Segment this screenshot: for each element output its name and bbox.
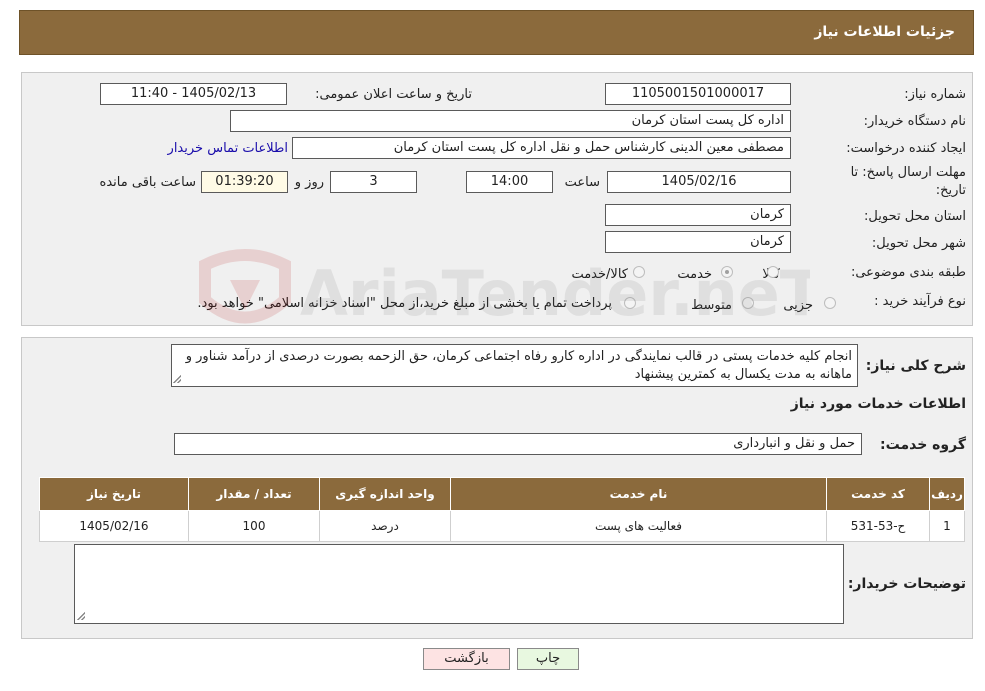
process-option-minor-radio[interactable] — [824, 297, 836, 309]
buyer-org-field: اداره کل پست استان کرمان — [230, 110, 791, 132]
table-row: 1 ح-53-531 فعالیت های پست درصد 100 1405/… — [39, 510, 965, 542]
category-label: طبقه بندی موضوعی: — [850, 265, 966, 280]
process-option-medium-label: متوسط — [691, 298, 732, 313]
process-treasury-note: پرداخت تمام یا بخشی از مبلغ خرید،از محل … — [197, 296, 612, 311]
process-option-medium-radio[interactable] — [742, 297, 754, 309]
page-header: جزئیات اطلاعات نیاز — [19, 10, 974, 55]
need-number-label: شماره نیاز: — [904, 87, 966, 102]
services-table-header: ردیف کد خدمت نام خدمت واحد اندازه گیری ت… — [39, 477, 965, 511]
cell-date: 1405/02/16 — [39, 510, 189, 542]
col-date: تاریخ نیاز — [39, 477, 189, 511]
creator-label: ایجاد کننده درخواست: — [846, 141, 966, 156]
deadline-label: مهلت ارسال پاسخ: تا تاریخ: — [851, 164, 966, 200]
category-option-both-label: کالا/خدمت — [571, 267, 628, 282]
need-summary-label: شرح کلی نیاز: — [865, 358, 966, 374]
service-group-label: گروه خدمت: — [880, 437, 966, 453]
col-name: نام خدمت — [450, 477, 827, 511]
deadline-label-line2: تاریخ: — [935, 183, 966, 198]
buyer-contact-link[interactable]: اطلاعات تماس خریدار — [168, 141, 288, 156]
deadline-time-label: ساعت — [564, 175, 600, 190]
province-field: کرمان — [605, 204, 791, 226]
buyer-notes-label: توضیحات خریدار: — [847, 576, 966, 592]
deadline-date-field: 1405/02/16 — [607, 171, 791, 193]
deadline-label-line1: مهلت ارسال پاسخ: تا — [850, 165, 966, 180]
deadline-time-field: 14:00 — [466, 171, 553, 193]
city-label: شهر محل تحویل: — [871, 236, 966, 251]
need-number-field: 1105001501000017 — [605, 83, 791, 105]
category-option-service-label: خدمت — [677, 267, 712, 282]
need-summary-text: انجام کلیه خدمات پستی در قالب نمایندگی د… — [185, 349, 852, 382]
cell-unit: درصد — [319, 510, 451, 542]
remaining-time-field: 01:39:20 — [201, 171, 288, 193]
buyer-notes-textarea[interactable] — [74, 544, 844, 624]
services-table: ردیف کد خدمت نام خدمت واحد اندازه گیری ت… — [39, 477, 965, 542]
city-field: کرمان — [605, 231, 791, 253]
days-field: 3 — [330, 171, 417, 193]
process-option-minor-label: جزیی — [783, 298, 813, 313]
category-option-both-radio[interactable] — [633, 266, 645, 278]
col-unit: واحد اندازه گیری — [319, 477, 451, 511]
service-group-field: حمل و نقل و انبارداری — [174, 433, 862, 455]
remaining-time-label: ساعت باقی مانده — [99, 175, 196, 190]
category-option-service-radio[interactable] — [721, 266, 733, 278]
page-title: جزئیات اطلاعات نیاز — [814, 24, 955, 40]
cell-qty: 100 — [188, 510, 320, 542]
province-label: استان محل تحویل: — [864, 209, 966, 224]
back-button[interactable]: بازگشت — [423, 648, 510, 670]
creator-field: مصطفی معین الدینی کارشناس حمل و نقل ادار… — [292, 137, 791, 159]
announce-datetime-label: تاریخ و ساعت اعلان عمومی: — [315, 87, 472, 102]
col-row: ردیف — [929, 477, 965, 511]
cell-name: فعالیت های پست — [450, 510, 827, 542]
process-type-label: نوع فرآیند خرید : — [874, 294, 966, 309]
process-option-treasury-radio[interactable] — [624, 297, 636, 309]
col-qty: تعداد / مقدار — [188, 477, 320, 511]
buyer-notes-resize-grip[interactable] — [77, 612, 85, 620]
announce-datetime-field: 1405/02/13 - 11:40 — [100, 83, 287, 105]
col-code: کد خدمت — [826, 477, 930, 511]
days-label: روز و — [294, 175, 324, 190]
category-option-goods-radio[interactable] — [767, 266, 779, 278]
need-summary-textarea[interactable]: انجام کلیه خدمات پستی در قالب نمایندگی د… — [171, 344, 858, 387]
cell-row: 1 — [929, 510, 965, 542]
cell-code: ح-53-531 — [826, 510, 930, 542]
buyer-org-label: نام دستگاه خریدار: — [863, 114, 966, 129]
need-summary-resize-grip[interactable] — [173, 375, 181, 383]
print-button[interactable]: چاپ — [517, 648, 579, 670]
services-section-title: اطلاعات خدمات مورد نیاز — [790, 396, 966, 412]
